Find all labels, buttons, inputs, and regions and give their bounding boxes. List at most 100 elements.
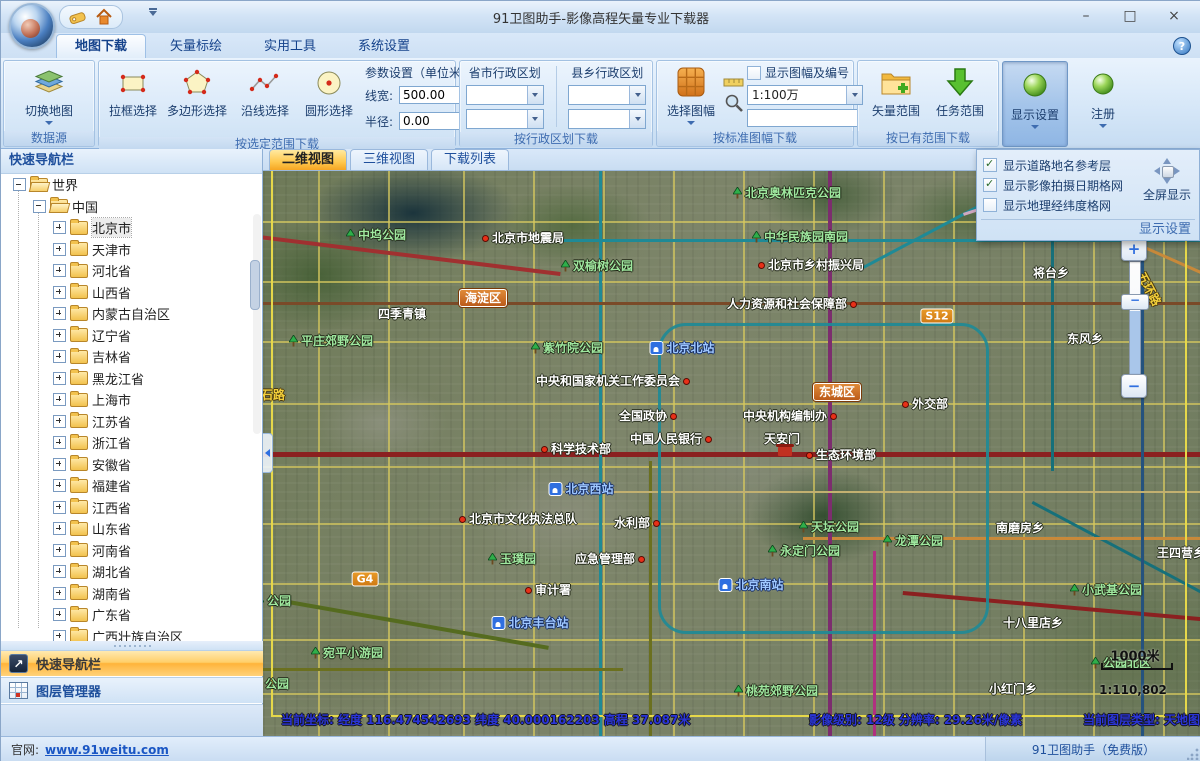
- checkbox-checked-icon[interactable]: [983, 158, 997, 172]
- sheet-number-input[interactable]: [747, 109, 863, 127]
- combo-arrow-icon[interactable]: [527, 110, 543, 128]
- expand-icon[interactable]: [53, 544, 66, 557]
- county-combo-1[interactable]: [568, 85, 646, 105]
- sheet-scale-combo[interactable]: 1:100万: [747, 85, 863, 105]
- combo-arrow-icon[interactable]: [527, 86, 543, 104]
- display-settings-button[interactable]: 显示设置: [1002, 61, 1068, 147]
- collapse-icon[interactable]: [13, 178, 26, 191]
- expand-icon[interactable]: [53, 501, 66, 514]
- zoom-slider-track[interactable]: [1129, 261, 1141, 376]
- expand-icon[interactable]: [53, 415, 66, 428]
- quick-access-dropdown-icon[interactable]: [149, 11, 157, 16]
- expand-icon[interactable]: [53, 307, 66, 320]
- tree-item-province[interactable]: 安徽省: [1, 454, 262, 476]
- tree-item-world[interactable]: 世界: [1, 174, 262, 196]
- tab-map-download[interactable]: 地图下载: [56, 34, 146, 58]
- sidebar-button-layer-manager[interactable]: 图层管理器: [1, 677, 263, 703]
- maximize-button[interactable]: □: [1109, 4, 1151, 28]
- sidebar-collapse-arrow[interactable]: [263, 433, 273, 473]
- tree-scrollbar[interactable]: [253, 214, 261, 434]
- magnifier-icon[interactable]: [723, 92, 745, 114]
- tree-item-province[interactable]: 内蒙古自治区: [1, 303, 262, 325]
- tag-icon[interactable]: [68, 7, 88, 27]
- expand-icon[interactable]: [53, 587, 66, 600]
- zoom-out-button[interactable]: −: [1121, 374, 1147, 398]
- ruler-icon[interactable]: [723, 76, 745, 88]
- map-label-text: 中央和国家机关工作委员会: [536, 375, 680, 387]
- tree-item-province[interactable]: 江苏省: [1, 411, 262, 433]
- tab-3d-view[interactable]: 三维视图: [350, 149, 428, 170]
- folder-icon: [70, 371, 88, 385]
- home-icon[interactable]: [94, 7, 114, 27]
- tab-system-settings[interactable]: 系统设置: [340, 35, 428, 58]
- line-select-button[interactable]: 沿线选择: [233, 62, 297, 119]
- site-link[interactable]: www.91weitu.com: [45, 743, 169, 757]
- tree-item-province[interactable]: 天津市: [1, 239, 262, 261]
- expand-icon[interactable]: [53, 458, 66, 471]
- checkbox-checked-icon[interactable]: [983, 178, 997, 192]
- task-range-button[interactable]: 任务范围: [928, 62, 992, 119]
- tree-item-province[interactable]: 上海市: [1, 389, 262, 411]
- expand-icon[interactable]: [53, 372, 66, 385]
- province-combo-2[interactable]: [466, 109, 544, 129]
- expand-icon[interactable]: [53, 565, 66, 578]
- minimize-button[interactable]: –: [1065, 4, 1107, 28]
- province-combo-1[interactable]: [466, 85, 544, 105]
- circle-select-button[interactable]: 圆形选择: [297, 62, 361, 119]
- tree-item-province[interactable]: 河北省: [1, 260, 262, 282]
- tree-item-province[interactable]: 湖南省: [1, 583, 262, 605]
- tree-item-province[interactable]: 江西省: [1, 497, 262, 519]
- show-sheet-checkbox[interactable]: [747, 66, 761, 80]
- switch-map-button[interactable]: 切换地图: [17, 62, 81, 125]
- tree-item-province[interactable]: 辽宁省: [1, 325, 262, 347]
- tab-2d-view[interactable]: 二维视图: [269, 149, 347, 170]
- select-sheet-button[interactable]: 选择图幅: [659, 62, 723, 125]
- county-combo-2[interactable]: [568, 109, 646, 129]
- app-logo-icon[interactable]: [9, 3, 55, 49]
- scrollbar-thumb[interactable]: [250, 260, 260, 310]
- tree-item-province[interactable]: 黑龙江省: [1, 368, 262, 390]
- tree-item-province[interactable]: 北京市: [1, 217, 262, 239]
- expand-icon[interactable]: [53, 393, 66, 406]
- combo-arrow-icon[interactable]: [846, 86, 862, 104]
- register-button[interactable]: 注册: [1071, 61, 1135, 147]
- combo-arrow-icon[interactable]: [629, 110, 645, 128]
- expand-icon[interactable]: [53, 436, 66, 449]
- tree-item-province[interactable]: 河南省: [1, 540, 262, 562]
- expand-icon[interactable]: [53, 329, 66, 342]
- collapse-icon[interactable]: [33, 200, 46, 213]
- tree-item-province[interactable]: 福建省: [1, 475, 262, 497]
- vector-range-button[interactable]: 矢量范围: [864, 62, 928, 119]
- sidebar-splitter[interactable]: [1, 641, 263, 650]
- close-button[interactable]: ×: [1153, 4, 1195, 28]
- tree-item-china[interactable]: 中国: [1, 196, 262, 218]
- tree-item-province[interactable]: 浙江省: [1, 432, 262, 454]
- tab-utilities[interactable]: 实用工具: [246, 35, 334, 58]
- combo-arrow-icon[interactable]: [629, 86, 645, 104]
- expand-icon[interactable]: [53, 221, 66, 234]
- tree-item-province[interactable]: 广西壮族自治区: [1, 626, 262, 643]
- expand-icon[interactable]: [53, 522, 66, 535]
- expand-icon[interactable]: [53, 608, 66, 621]
- resize-grip[interactable]: [1187, 748, 1199, 760]
- fullscreen-control[interactable]: 全屏显示: [1143, 158, 1191, 203]
- expand-icon[interactable]: [53, 243, 66, 256]
- tree-item-province[interactable]: 山东省: [1, 518, 262, 540]
- tree-item-province[interactable]: 湖北省: [1, 561, 262, 583]
- zoom-slider-thumb[interactable]: −: [1121, 294, 1149, 310]
- tab-vector-plot[interactable]: 矢量标绘: [152, 35, 240, 58]
- tab-download-list[interactable]: 下载列表: [431, 149, 509, 170]
- rect-select-button[interactable]: 拉框选择: [101, 62, 165, 119]
- polygon-select-button[interactable]: 多边形选择: [165, 62, 229, 119]
- expand-icon[interactable]: [53, 350, 66, 363]
- expand-icon[interactable]: [53, 264, 66, 277]
- map-viewport[interactable]: 中坞公园北京奥林匹克公园中华民族园南园双榆树公园平庄郊野公园紫竹院公园玉璞园天坛…: [263, 171, 1200, 736]
- tree-item-province[interactable]: 广东省: [1, 604, 262, 626]
- tree-item-province[interactable]: 山西省: [1, 282, 262, 304]
- sidebar-button-quick-nav[interactable]: ↗ 快速导航栏: [1, 650, 263, 676]
- help-icon[interactable]: ?: [1173, 37, 1191, 55]
- tree-item-province[interactable]: 吉林省: [1, 346, 262, 368]
- expand-icon[interactable]: [53, 479, 66, 492]
- expand-icon[interactable]: [53, 286, 66, 299]
- checkbox-unchecked-icon[interactable]: [983, 198, 997, 212]
